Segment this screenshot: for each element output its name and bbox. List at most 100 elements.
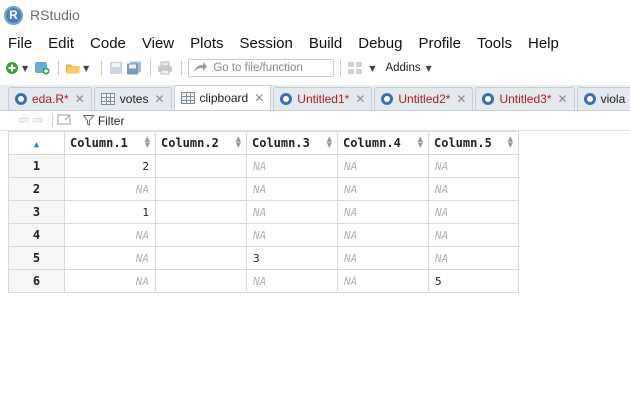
menu-tools[interactable]: Tools <box>469 35 520 52</box>
data-grid: ▲ Column.1 ▲ ▼ Column.2 ▲ ▼ Column.3 ▲ ▼ Colum… <box>8 131 630 415</box>
save-icon[interactable] <box>108 60 124 76</box>
toolbar-divider <box>58 60 60 76</box>
sort-icon: ▲ ▼ <box>507 135 513 149</box>
row-number-header[interactable]: ▲ <box>8 131 65 155</box>
table-row: 3 1 NA NA NA <box>8 200 519 224</box>
table-cell: NA <box>246 223 338 247</box>
r-script-icon <box>583 93 596 105</box>
table-cell: NA <box>337 246 429 270</box>
tab-label: votes <box>119 92 149 106</box>
menu-session[interactable]: Session <box>232 35 301 52</box>
new-project-icon[interactable] <box>34 60 50 76</box>
toolbar-divider <box>150 60 152 76</box>
table-row: 6 NA NA NA 5 <box>8 269 519 293</box>
table-cell: NA <box>337 177 429 201</box>
close-icon[interactable]: ✕ <box>558 92 568 106</box>
tab-label: eda.R* <box>32 92 69 106</box>
column-header[interactable]: Column.3 ▲ ▼ <box>246 131 338 155</box>
table-cell: NA <box>246 154 338 178</box>
table-row: 1 2 NA NA NA <box>8 154 519 178</box>
close-icon[interactable]: ✕ <box>456 92 466 106</box>
column-header-label: Column.1 <box>70 136 128 150</box>
table-cell: NA <box>428 246 519 270</box>
addins-button[interactable]: Addins <box>385 62 420 74</box>
row-number: 4 <box>8 223 65 247</box>
table-cell: NA <box>428 200 519 224</box>
menu-edit[interactable]: Edit <box>40 35 82 52</box>
table-row: 2 NA NA NA NA <box>8 177 519 201</box>
tab-label: Untitled3* <box>499 92 552 106</box>
column-header-label: Column.5 <box>434 136 492 150</box>
sort-icon: ▲ ▼ <box>326 135 332 149</box>
table-cell: 2 <box>64 154 156 178</box>
tab-label: Untitled1* <box>297 92 350 106</box>
table-cell: NA <box>337 200 429 224</box>
table-cell: NA <box>428 177 519 201</box>
workspace-panes-icon[interactable] <box>347 60 363 76</box>
column-header[interactable]: Column.5 ▲ ▼ <box>428 131 519 155</box>
open-folder-icon[interactable] <box>65 60 81 76</box>
rstudio-logo-icon: R <box>4 5 23 25</box>
table-cell <box>155 223 247 247</box>
table-cell: NA <box>428 154 519 178</box>
menu-profile[interactable]: Profile <box>410 35 469 52</box>
print-icon[interactable] <box>157 60 173 76</box>
row-number: 5 <box>8 246 65 270</box>
column-header[interactable]: Column.4 ▲ ▼ <box>337 131 429 155</box>
column-header[interactable]: Column.1 ▲ ▼ <box>64 131 156 155</box>
menu-code[interactable]: Code <box>82 35 134 52</box>
table-row: 4 NA NA NA NA <box>8 223 519 247</box>
tab-viola[interactable]: viola <box>576 87 630 110</box>
menu-debug[interactable]: Debug <box>350 35 410 52</box>
goto-arrow-icon <box>193 59 208 78</box>
row-number: 1 <box>8 154 65 178</box>
column-header[interactable]: Column.2 ▲ ▼ <box>155 131 247 155</box>
save-all-icon[interactable] <box>126 60 142 76</box>
close-icon[interactable]: ✕ <box>355 92 365 106</box>
table-cell <box>155 246 247 270</box>
tab-clipboard[interactable]: clipboard ✕ <box>173 85 272 110</box>
new-file-dropdown-icon[interactable]: ▼ <box>22 64 28 73</box>
table-cell: NA <box>246 200 338 224</box>
window-title: RStudio <box>30 7 80 23</box>
tab-eda-r[interactable]: eda.R* ✕ <box>8 87 92 110</box>
new-file-icon[interactable] <box>4 60 20 76</box>
panes-dropdown-icon[interactable]: ▼ <box>369 64 375 73</box>
data-grid-icon <box>100 93 115 105</box>
column-header-label: Column.4 <box>343 136 401 150</box>
close-icon[interactable]: ✕ <box>254 91 264 105</box>
table-cell <box>155 200 247 224</box>
tab-untitled2[interactable]: Untitled2* ✕ <box>374 87 474 110</box>
menu-view[interactable]: View <box>134 35 182 52</box>
row-number: 2 <box>8 177 65 201</box>
tab-label: Untitled2* <box>398 92 451 106</box>
menu-build[interactable]: Build <box>301 35 350 52</box>
column-header-label: Column.3 <box>252 136 310 150</box>
filter-button[interactable]: Filter <box>98 114 125 128</box>
table-cell: NA <box>337 154 429 178</box>
addins-dropdown-icon[interactable]: ▼ <box>426 64 432 73</box>
table-cell: NA <box>337 269 429 293</box>
tab-untitled3[interactable]: Untitled3* ✕ <box>475 87 575 110</box>
tab-untitled1[interactable]: Untitled1* ✕ <box>273 87 373 110</box>
close-icon[interactable]: ✕ <box>154 92 164 106</box>
menu-bar: File Edit Code View Plots Session Build … <box>0 31 630 55</box>
goto-file-function-input[interactable]: Go to file/function <box>188 59 335 78</box>
row-number: 6 <box>8 269 65 293</box>
toolbar-divider <box>101 60 103 76</box>
show-in-new-window-icon[interactable] <box>57 111 73 130</box>
forward-arrow-icon[interactable]: ⇨ <box>33 113 44 128</box>
back-arrow-icon[interactable]: ⇦ <box>18 113 29 128</box>
tab-label: viola <box>600 92 626 106</box>
toolbar-divider <box>340 60 342 76</box>
menu-plots[interactable]: Plots <box>182 35 231 52</box>
close-icon[interactable]: ✕ <box>75 92 85 106</box>
menu-help[interactable]: Help <box>520 35 567 52</box>
tab-votes[interactable]: votes ✕ <box>93 87 172 110</box>
filter-icon[interactable] <box>82 111 95 130</box>
r-script-icon <box>280 93 293 105</box>
open-dropdown-icon[interactable]: ▼ <box>83 64 89 73</box>
r-script-icon <box>482 93 495 105</box>
table-row: 5 NA 3 NA NA <box>8 246 519 270</box>
menu-file[interactable]: File <box>0 35 40 52</box>
